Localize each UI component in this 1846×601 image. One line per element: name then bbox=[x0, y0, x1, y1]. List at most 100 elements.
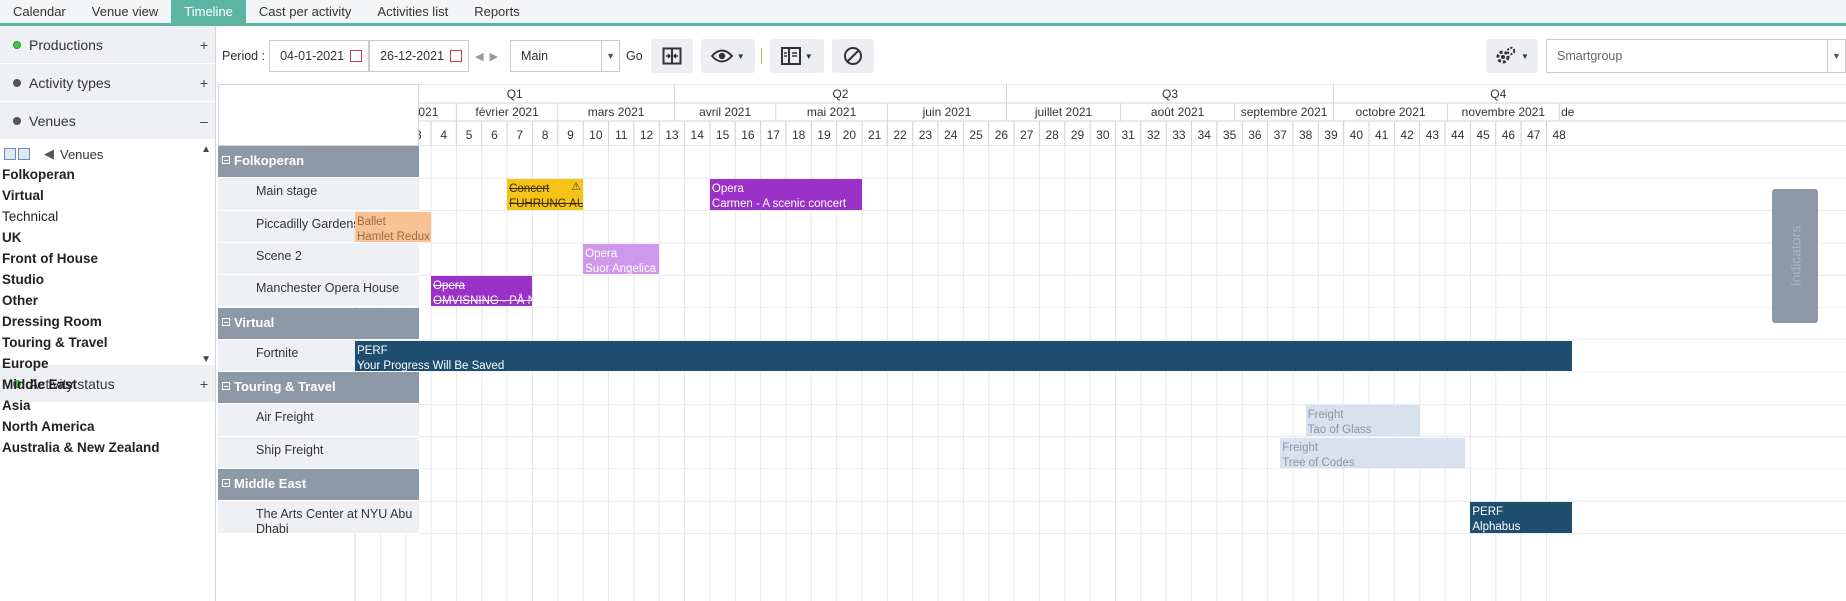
tab-cast-per-activity[interactable]: Cast per activity bbox=[246, 0, 364, 23]
week-label: 13 bbox=[665, 128, 679, 142]
month-label: avril 2021 bbox=[699, 105, 751, 119]
row-label-text: Scene 2 bbox=[256, 248, 302, 263]
venue-row-header: Scene 2 bbox=[218, 242, 419, 276]
week-label: 4 bbox=[440, 128, 447, 142]
next-period-icon[interactable]: ▶ bbox=[490, 50, 498, 63]
timeline-event[interactable]: ConcertFUHRUNG AUF D⚠ bbox=[507, 179, 584, 210]
venue-tree-item[interactable]: Europe bbox=[0, 353, 215, 374]
week-label: 16 bbox=[741, 128, 755, 142]
top-tab-bar: Calendar Venue view Timeline Cast per activ… bbox=[0, 0, 1846, 26]
block-icon bbox=[843, 47, 862, 65]
venues-section[interactable]: Venues – bbox=[0, 102, 215, 140]
timeline-event[interactable]: PERF Alphabus bbox=[1470, 502, 1572, 533]
collapse-icon[interactable] bbox=[222, 317, 230, 326]
venue-tree-item[interactable]: Folkoperan bbox=[0, 164, 215, 185]
timeline-header-corner bbox=[218, 84, 419, 146]
settings-button[interactable]: ▼ bbox=[1486, 39, 1538, 73]
tab-calendar[interactable]: Calendar bbox=[0, 0, 79, 23]
week-label: 46 bbox=[1502, 128, 1516, 142]
start-date-input[interactable]: 04-01-2021 bbox=[269, 40, 370, 72]
group-row-header[interactable]: Folkoperan bbox=[218, 146, 419, 179]
timeline-event[interactable]: Ballet Hamlet Redux bbox=[355, 211, 432, 242]
timeline-event[interactable]: Opera Carmen - A scenic concert bbox=[709, 179, 862, 210]
week-label: 41 bbox=[1375, 128, 1389, 142]
venue-tree-item[interactable]: Other bbox=[0, 290, 215, 311]
caret-down-icon: ▼ bbox=[1521, 51, 1529, 61]
venue-row-header: Air Freight bbox=[218, 404, 419, 437]
month-label: mai 2021 bbox=[807, 105, 857, 119]
week-label: 19 bbox=[817, 128, 831, 142]
tab-reports[interactable]: Reports bbox=[461, 0, 533, 23]
month-label: de bbox=[1561, 105, 1575, 119]
fit-view-button[interactable] bbox=[650, 39, 693, 73]
calendar-icon[interactable] bbox=[450, 50, 463, 62]
layout-button[interactable]: ▼ bbox=[769, 39, 824, 73]
layout-icon bbox=[780, 47, 801, 65]
venue-tree-item[interactable]: Technical bbox=[0, 206, 215, 227]
timeline-event[interactable]: Opera OMVISNING - PÅ NOR bbox=[431, 276, 533, 307]
event-type: PERF bbox=[357, 344, 388, 357]
scroll-down-icon[interactable]: ▼ bbox=[201, 354, 211, 365]
tab-timeline[interactable]: Timeline bbox=[171, 0, 246, 23]
venue-tree-item[interactable]: North America bbox=[0, 416, 215, 437]
week-label: 15 bbox=[716, 128, 730, 142]
venue-tree-item[interactable]: Middle East bbox=[0, 374, 215, 395]
event-title: Hamlet Redux bbox=[357, 230, 430, 242]
venue-tree-item[interactable]: Asia bbox=[0, 395, 215, 416]
venue-tree-item[interactable]: Touring & Travel bbox=[0, 332, 215, 353]
calendar-icon[interactable] bbox=[350, 50, 363, 62]
month-label: juin 2021 bbox=[922, 105, 972, 119]
group-row-header[interactable]: Touring & Travel bbox=[218, 372, 419, 405]
previous-period-icon[interactable]: ◀ bbox=[475, 50, 483, 63]
collapse-icon[interactable] bbox=[222, 479, 230, 487]
expand-icon[interactable]: + bbox=[193, 75, 215, 91]
group-row-header[interactable]: Virtual bbox=[218, 307, 419, 340]
week-label: 24 bbox=[944, 128, 958, 142]
collapse-icon[interactable] bbox=[222, 382, 230, 391]
indicators-panel[interactable]: Indicators bbox=[1772, 189, 1818, 323]
tab-activities-list[interactable]: Activities list bbox=[364, 0, 461, 23]
collapse-icon[interactable] bbox=[222, 156, 230, 164]
event-title: Tao of Glass bbox=[1307, 424, 1372, 436]
venue-tree-item[interactable]: Australia & New Zealand bbox=[0, 437, 215, 458]
tab-venue-view[interactable]: Venue view bbox=[79, 0, 172, 23]
clear-filter-button[interactable] bbox=[831, 39, 874, 73]
event-type: Freight bbox=[1307, 409, 1344, 422]
week-label: 6 bbox=[491, 128, 498, 142]
expand-icon[interactable]: + bbox=[193, 37, 215, 53]
select-all-icon[interactable] bbox=[4, 148, 16, 160]
visibility-button[interactable]: ▼ bbox=[700, 39, 755, 73]
scroll-up-icon[interactable]: ▲ bbox=[201, 144, 211, 155]
venue-tree-item[interactable]: Virtual bbox=[0, 185, 215, 206]
productions-section[interactable]: Productions + bbox=[0, 26, 215, 64]
timeline-event[interactable]: PERF Your Progress Will Be Saved bbox=[355, 340, 1572, 372]
venue-tree-item[interactable]: UK bbox=[0, 227, 215, 248]
back-arrow-icon[interactable]: ◀ bbox=[44, 146, 54, 162]
venue-tree-item[interactable]: Studio bbox=[0, 269, 215, 290]
row-label-text: Main stage bbox=[256, 184, 318, 199]
collapse-icon[interactable]: – bbox=[193, 113, 215, 129]
week-label: 35 bbox=[1223, 128, 1237, 142]
caret-down-icon: ▼ bbox=[804, 51, 813, 61]
timeline-event[interactable]: Freight Tao of Glass bbox=[1305, 405, 1420, 436]
go-button[interactable]: Go bbox=[626, 49, 643, 63]
activity-types-section[interactable]: Activity types + bbox=[0, 64, 215, 102]
venue-tree-item[interactable]: Front of House bbox=[0, 248, 215, 269]
view-select[interactable]: Main ▼ bbox=[510, 40, 621, 72]
venue-tree-item[interactable]: Dressing Room bbox=[0, 311, 215, 332]
week-label: 9 bbox=[567, 128, 574, 142]
event-type: Freight bbox=[1282, 441, 1319, 454]
venue-row-header: Manchester Opera House bbox=[218, 275, 419, 308]
row-label-text: Piccadilly Gardens bbox=[256, 216, 360, 231]
week-label: 17 bbox=[767, 128, 781, 142]
month-label: mars 2021 bbox=[588, 105, 645, 119]
timeline-event[interactable]: Opera Suor Angelica bbox=[583, 243, 660, 275]
timeline-event[interactable]: Freight Tree of Codes bbox=[1280, 437, 1466, 468]
group-row-header[interactable]: Middle East bbox=[218, 469, 419, 502]
week-label: 38 bbox=[1299, 128, 1313, 142]
row-label-text: Air Freight bbox=[256, 410, 314, 425]
end-date-input[interactable]: 26-12-2021 bbox=[369, 40, 470, 72]
smartgroup-select[interactable]: Smartgroup ▼ bbox=[1546, 39, 1846, 73]
chevron-down-icon: ▼ bbox=[601, 41, 619, 71]
deselect-all-icon[interactable] bbox=[18, 148, 30, 160]
